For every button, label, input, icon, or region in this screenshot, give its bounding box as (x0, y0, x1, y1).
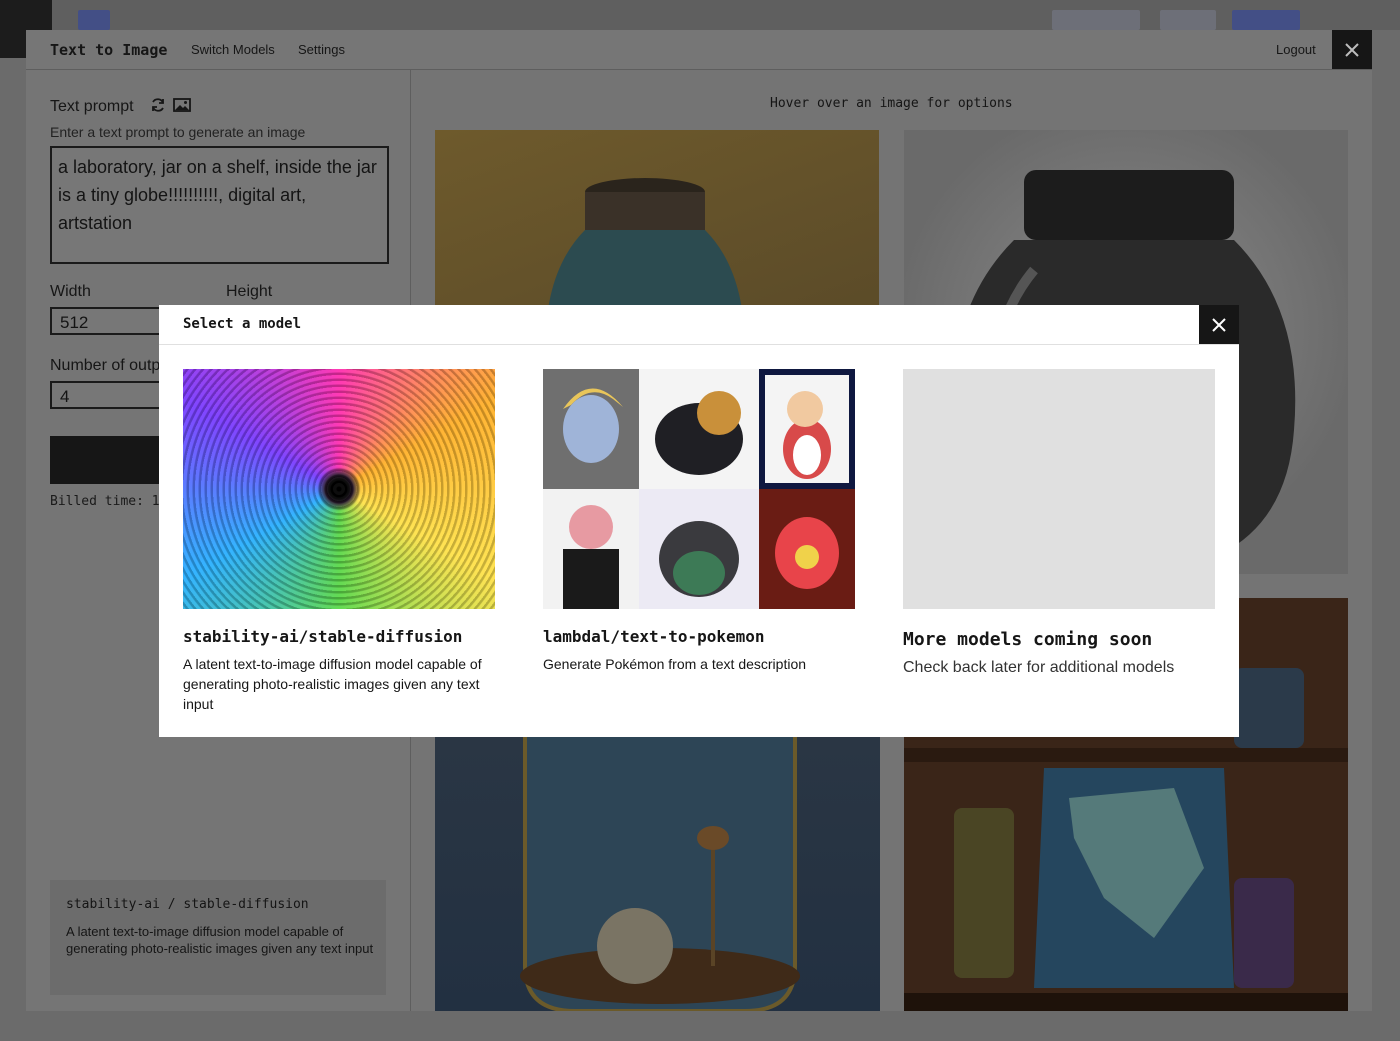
model-select-modal: Select a model stability-ai/stable-diffu… (159, 305, 1239, 737)
model-tile-coming-soon: More models coming soon Check back later… (903, 369, 1215, 678)
background-chip (1052, 10, 1140, 30)
app-header: Text to Image Switch Models Settings Log… (26, 30, 1372, 70)
selected-model-description: A latent text-to-image diffusion model c… (66, 924, 374, 956)
image-icon[interactable] (173, 97, 191, 113)
app-title: Text to Image (50, 41, 168, 59)
width-label: Width (50, 283, 91, 300)
refresh-icon[interactable] (150, 97, 166, 113)
model-tile-description: Check back later for additional models (903, 659, 1175, 676)
selected-model-name: stability-ai / stable-diffusion (66, 897, 309, 912)
model-tile-description: Generate Pokémon from a text description (543, 656, 807, 672)
swirl-texture (183, 369, 495, 609)
app-close-button[interactable] (1332, 30, 1372, 69)
generated-image[interactable] (435, 736, 880, 1011)
selected-model-card: stability-ai / stable-diffusion A latent… (50, 880, 386, 995)
nav-switch-models[interactable]: Switch Models (191, 42, 275, 57)
billed-time: Billed time: 1 (50, 494, 160, 509)
background-chip (78, 10, 110, 30)
pokemon-collage (543, 369, 855, 609)
close-icon (1345, 42, 1359, 57)
prompt-hint: Enter a text prompt to generate an image (50, 124, 306, 140)
prompt-textarea[interactable]: a laboratory, jar on a shelf, inside the… (50, 146, 389, 264)
close-icon (1212, 317, 1226, 332)
model-tile-name: lambdal/text-to-pokemon (543, 627, 765, 646)
height-label: Height (226, 283, 273, 300)
modal-close-button[interactable] (1199, 305, 1239, 344)
jar-illustration (520, 736, 800, 1011)
modal-title: Select a model (183, 316, 302, 332)
background-chip (1160, 10, 1216, 30)
prompt-label: Text prompt (50, 98, 134, 115)
model-tile-stable-diffusion[interactable]: stability-ai/stable-diffusion A latent t… (183, 369, 495, 714)
modal-header: Select a model (159, 305, 1239, 345)
model-thumbnail (543, 369, 855, 609)
model-tile-description: A latent text-to-image diffusion model c… (183, 656, 482, 712)
nav-settings[interactable]: Settings (298, 42, 345, 57)
logout-link[interactable]: Logout (1276, 42, 1316, 57)
background-chip (1232, 10, 1300, 30)
placeholder-thumbnail (903, 369, 1215, 609)
model-tile-text-to-pokemon[interactable]: lambdal/text-to-pokemon Generate Pokémon… (543, 369, 855, 674)
gallery-hint: Hover over an image for options (770, 96, 1013, 111)
model-tile-name: More models coming soon (903, 629, 1153, 650)
model-thumbnail (183, 369, 495, 609)
model-tile-name: stability-ai/stable-diffusion (183, 627, 463, 646)
